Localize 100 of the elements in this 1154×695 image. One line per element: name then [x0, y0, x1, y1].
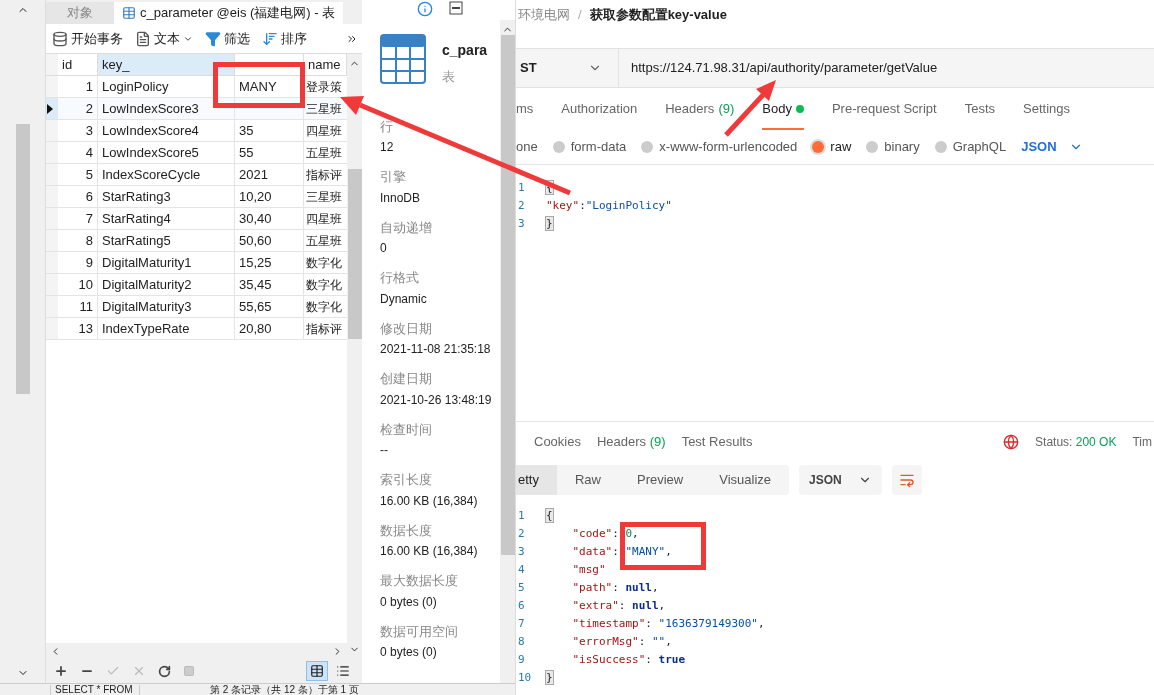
check-icon[interactable]: [106, 664, 120, 678]
response-tab[interactable]: Cookies: [534, 431, 581, 452]
ddl-icon[interactable]: [449, 1, 463, 15]
request-tab[interactable]: ms: [516, 90, 534, 130]
table-icon: [380, 34, 426, 84]
body-type-radio[interactable]: x-www-form-urlencoded: [641, 137, 798, 157]
property-label: 索引长度: [380, 471, 433, 489]
view-tab[interactable]: etty: [516, 465, 557, 495]
property-label: 修改日期: [380, 319, 433, 338]
property-value: 12: [380, 139, 395, 156]
row-header[interactable]: [46, 98, 58, 119]
table-name: c_para: [442, 41, 488, 60]
table-cell-text: 三星班: [305, 100, 343, 118]
table-cell: IndexScoreCycle: [98, 164, 235, 185]
toolbar-button[interactable]: 排序: [260, 28, 309, 49]
table-cell: DigitalMaturity1: [98, 252, 235, 273]
filter-icon: [205, 30, 221, 47]
table-cell: 13: [58, 318, 98, 339]
property-label: 行格式: [380, 269, 420, 287]
breadcrumb-link[interactable]: 环境电网: [518, 5, 570, 25]
code-line: "code": 0,: [571, 525, 639, 542]
view-tab[interactable]: Raw: [556, 465, 619, 495]
table-cell-text: 数字化: [305, 254, 343, 272]
line-number: 3: [518, 215, 526, 232]
method-dropdown[interactable]: ST: [516, 49, 619, 87]
code-line: "data": "MANY",: [571, 543, 672, 560]
toolbar-button[interactable]: 开始事务: [50, 28, 125, 49]
add-icon[interactable]: [54, 664, 68, 678]
close-icon[interactable]: [132, 664, 146, 678]
table-cell: 4: [58, 142, 98, 163]
property-label: 数据长度: [380, 521, 433, 540]
table-cell-text: 五星班: [305, 232, 343, 250]
table-cell: 55,65: [235, 296, 304, 317]
wrap-icon: [898, 472, 915, 488]
request-tab[interactable]: Settings: [1023, 90, 1070, 130]
body-type-radio[interactable]: raw: [812, 137, 852, 157]
scrollbar[interactable]: [500, 35, 515, 555]
code-line: "isSuccess": true: [571, 651, 686, 668]
table-cell: StarRating4: [98, 208, 235, 229]
table-cell: IndexTypeRate: [98, 318, 235, 339]
table-row[interactable]: 6 StarRating3 10,20 三星班: [46, 186, 347, 208]
stop-icon[interactable]: [183, 665, 195, 677]
body-type-radio[interactable]: one: [516, 137, 538, 157]
line-number: 5: [518, 579, 526, 596]
request-tab[interactable]: Authorization: [561, 90, 638, 130]
body-type-radio[interactable]: form-data: [552, 137, 627, 157]
request-tab[interactable]: Pre-request Script: [831, 90, 937, 130]
property-label: 引擎: [380, 168, 407, 186]
table-cell: 7: [58, 208, 98, 229]
table-row[interactable]: 9 DigitalMaturity1 15,25 数字化: [46, 252, 347, 274]
table-row[interactable]: 7 StarRating4 30,40 四星班: [46, 208, 347, 230]
toolbar-button[interactable]: 筛选: [203, 28, 252, 49]
view-tab[interactable]: Visualize: [701, 465, 790, 495]
code-line: "key":"LoginPolicy": [546, 197, 672, 214]
url-field[interactable]: https://124.71.98.31/api/authority/parameter/getValue: [619, 49, 1154, 87]
table-cell-text: 数字化: [305, 276, 343, 294]
table-cell: 2021: [235, 164, 304, 185]
table-cell: LowIndexScore5: [98, 142, 235, 163]
line-number: 8: [518, 633, 526, 650]
code-line: "path": null,: [571, 579, 659, 596]
request-tab[interactable]: Headers (9): [665, 90, 735, 130]
toolbar-button[interactable]: 文本: [133, 28, 195, 49]
table-row[interactable]: 2 LowIndexScore3 三星班: [46, 98, 347, 120]
tab[interactable]: c_parameter @eis (福建电网) - 表: [114, 2, 344, 24]
table-cell-text: 指标评: [305, 320, 343, 338]
format-dropdown[interactable]: JSON: [1021, 137, 1083, 157]
request-tab[interactable]: Tests: [964, 90, 995, 130]
format-dropdown[interactable]: JSON: [799, 465, 882, 495]
table-cell: 9: [58, 252, 98, 273]
scrollbar[interactable]: [347, 169, 362, 339]
time-text: Tim: [1132, 433, 1153, 451]
body-type-radio[interactable]: binary: [866, 137, 920, 157]
globe-icon[interactable]: [1003, 433, 1020, 450]
table-row[interactable]: 3 LowIndexScore4 35 四星班: [46, 120, 347, 142]
scrollbar[interactable]: [15, 124, 30, 394]
view-tab[interactable]: Preview: [619, 465, 702, 495]
property-label: 创建日期: [380, 370, 433, 388]
table-row[interactable]: 10 DigitalMaturity2 35,45 数字化: [46, 274, 347, 296]
status-query: SELECT * FROM: [50, 684, 140, 695]
wrap-button[interactable]: [891, 465, 922, 495]
table-row[interactable]: 11 DigitalMaturity3 55,65 数字化: [46, 296, 347, 318]
property-value: 0 bytes (0): [380, 593, 438, 611]
table-row[interactable]: 5 IndexScoreCycle 2021 指标评: [46, 164, 347, 186]
table-cell: LowIndexScore4: [98, 120, 235, 141]
column-header[interactable]: key_: [98, 54, 235, 75]
table-cell: LowIndexScore3: [98, 98, 235, 119]
response-tab[interactable]: Test Results: [681, 431, 753, 452]
table-row[interactable]: 13 IndexTypeRate 20,80 指标评: [46, 318, 347, 340]
body-type-radio[interactable]: GraphQL: [934, 137, 1007, 157]
refresh-icon[interactable]: [158, 664, 171, 678]
property-value: 16.00 KB (16,384): [380, 492, 479, 510]
view-button[interactable]: [306, 661, 328, 681]
line-number: 2: [518, 525, 526, 542]
table-cell: 30,40: [235, 208, 304, 229]
table-row[interactable]: 4 LowIndexScore5 55 五星班: [46, 142, 347, 164]
table-cell: 11: [58, 296, 98, 317]
table-cell: 2: [58, 98, 98, 119]
response-tab[interactable]: Headers (9): [596, 431, 666, 452]
table-row[interactable]: 8 StarRating5 50,60 五星班: [46, 230, 347, 252]
info-icon[interactable]: [417, 1, 433, 17]
